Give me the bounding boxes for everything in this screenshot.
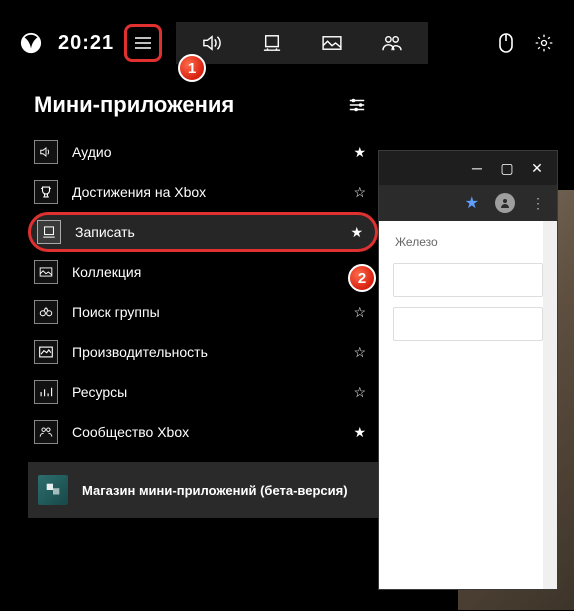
store-icon xyxy=(38,475,68,505)
settings-button[interactable] xyxy=(534,33,554,53)
star-icon[interactable]: ☆ xyxy=(353,344,366,361)
widget-store-button[interactable]: Магазин мини-приложений (бета-версия) xyxy=(28,462,378,518)
people-icon xyxy=(381,34,403,52)
mouse-indicator-icon xyxy=(496,33,516,53)
input-field-1[interactable] xyxy=(393,263,543,297)
minimize-icon[interactable]: ─ xyxy=(471,162,483,174)
step-callout-1: 1 xyxy=(178,54,206,82)
scrollbar[interactable] xyxy=(543,221,557,589)
item-label: Достижения на Xbox xyxy=(72,184,339,200)
browser-toolbar: ★ ⋮ xyxy=(379,185,557,221)
panel-title: Мини-приложения xyxy=(34,92,234,118)
item-label: Аудио xyxy=(72,144,339,160)
star-icon[interactable]: ★ xyxy=(350,224,363,241)
binoculars-icon xyxy=(34,300,58,324)
sliders-icon xyxy=(348,96,366,114)
game-bar-top: 20:21 xyxy=(20,22,554,64)
record-icon xyxy=(37,220,61,244)
clock: 20:21 xyxy=(58,32,114,55)
widget-item-capture[interactable]: Записать ★ xyxy=(28,212,378,252)
widget-item-performance[interactable]: Производительность ☆ xyxy=(28,332,378,372)
collection-icon xyxy=(34,260,58,284)
window-titlebar: ─ ▢ ✕ xyxy=(379,151,557,185)
background-browser-window: ─ ▢ ✕ ★ ⋮ Железо xyxy=(378,150,558,590)
panel-header: Мини-приложения xyxy=(28,88,378,132)
kebab-menu-icon[interactable]: ⋮ xyxy=(531,195,545,212)
star-icon[interactable]: ☆ xyxy=(353,384,366,401)
item-label: Коллекция xyxy=(72,264,339,280)
item-label: Поиск группы xyxy=(72,304,339,320)
gallery-tab[interactable] xyxy=(302,22,362,64)
widget-item-community[interactable]: Сообщество Xbox ★ xyxy=(28,412,378,452)
item-label: Сообщество Xbox xyxy=(72,424,339,440)
item-label: Производительность xyxy=(72,344,339,360)
community-icon xyxy=(34,420,58,444)
widget-item-collection[interactable]: Коллекция ☆ xyxy=(28,252,378,292)
performance-icon xyxy=(34,340,58,364)
trophy-icon xyxy=(34,180,58,204)
maximize-icon[interactable]: ▢ xyxy=(501,162,513,174)
close-icon[interactable]: ✕ xyxy=(531,162,543,174)
gear-icon xyxy=(534,33,554,53)
browser-content: Железо xyxy=(379,221,557,361)
speaker-icon xyxy=(201,34,223,52)
widget-item-achievements[interactable]: Достижения на Xbox ☆ xyxy=(28,172,378,212)
star-icon[interactable]: ☆ xyxy=(353,304,366,321)
profile-avatar[interactable] xyxy=(495,193,515,213)
star-icon[interactable]: ☆ xyxy=(353,184,366,201)
input-field-2[interactable] xyxy=(393,307,543,341)
widget-item-audio[interactable]: Аудио ★ xyxy=(28,132,378,172)
capture-icon xyxy=(262,34,282,52)
star-icon[interactable]: ★ xyxy=(353,424,366,441)
hamburger-icon xyxy=(134,36,152,50)
bookmark-star-icon[interactable]: ★ xyxy=(465,193,479,213)
speaker-icon xyxy=(34,140,58,164)
star-icon[interactable]: ★ xyxy=(353,144,366,161)
pinned-widgets-strip xyxy=(176,22,428,64)
store-label: Магазин мини-приложений (бета-версия) xyxy=(82,483,348,498)
widget-item-resources[interactable]: Ресурсы ☆ xyxy=(28,372,378,412)
xbox-logo-icon[interactable] xyxy=(20,32,58,54)
resources-icon xyxy=(34,380,58,404)
item-label: Ресурсы xyxy=(72,384,339,400)
panel-settings-button[interactable] xyxy=(348,96,366,114)
item-label: Записать xyxy=(75,224,336,240)
section-label: Железо xyxy=(379,231,557,253)
gallery-icon xyxy=(321,35,343,51)
widgets-panel: Мини-приложения Аудио ★ Достижения на Xb… xyxy=(28,88,378,518)
widgets-menu-button[interactable] xyxy=(124,24,162,62)
step-callout-2: 2 xyxy=(348,264,376,292)
widgets-list: Аудио ★ Достижения на Xbox ☆ Записать ★ … xyxy=(28,132,378,518)
social-tab[interactable] xyxy=(362,22,422,64)
capture-tab[interactable] xyxy=(242,22,302,64)
widget-item-lfg[interactable]: Поиск группы ☆ xyxy=(28,292,378,332)
